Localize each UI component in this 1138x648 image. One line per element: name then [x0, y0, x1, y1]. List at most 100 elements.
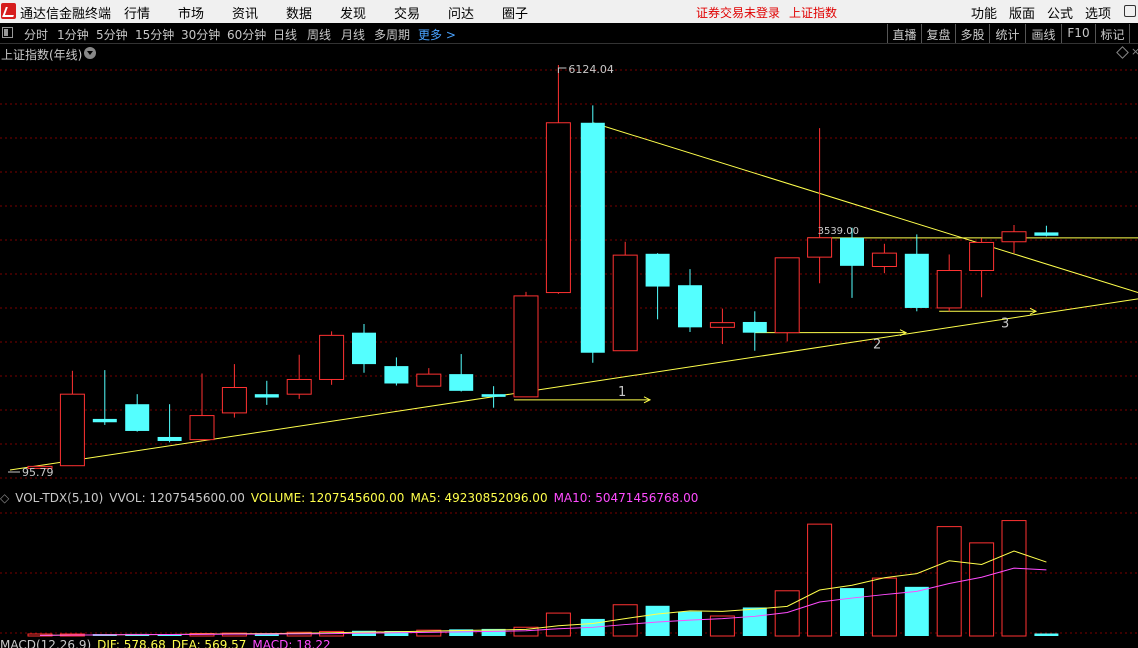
period-multi[interactable]: 多周期 — [374, 26, 410, 43]
close-icon[interactable]: × — [1131, 45, 1138, 58]
trend-lines — [9, 122, 1138, 471]
candle-body-up — [807, 237, 833, 258]
candle-body-down — [481, 394, 506, 397]
candle-body-down — [254, 394, 279, 398]
period-1min[interactable]: 1分钟 — [57, 26, 89, 43]
menu-function[interactable]: 功能 — [971, 3, 997, 22]
candle-body-up — [545, 122, 571, 294]
period-5min[interactable]: 5分钟 — [96, 26, 128, 43]
candle-body-up — [1001, 231, 1027, 243]
period-weekly[interactable]: 周线 — [307, 26, 331, 43]
vol-ma10: MA10: 50471456768.00 — [553, 491, 699, 505]
menu-market[interactable]: 市场 — [178, 3, 204, 22]
candle-body-down — [449, 374, 474, 391]
price-chart[interactable]: 6124.04 95.79 3539.00 1 2 3 — [0, 60, 1138, 490]
window-icon[interactable] — [1124, 5, 1136, 17]
candle-body-up — [319, 334, 345, 380]
volume-bar-up — [871, 577, 897, 637]
candle-body-down — [904, 253, 929, 308]
candle-body-down — [157, 436, 182, 441]
menu-ask[interactable]: 问达 — [448, 3, 474, 22]
live-button[interactable]: 直播 — [887, 24, 921, 43]
login-status[interactable]: 证券交易未登录 — [696, 4, 780, 21]
panel-toggle-icon[interactable] — [2, 27, 13, 38]
collapse-icon[interactable]: ◇ — [0, 491, 9, 505]
period-15min[interactable]: 15分钟 — [135, 26, 174, 43]
app-title: 通达信金融终端 — [20, 7, 112, 22]
volume-bar-down — [678, 611, 702, 636]
candle-body-up — [189, 415, 215, 441]
period-60min[interactable]: 60分钟 — [227, 26, 266, 43]
diamond-icon[interactable] — [1116, 46, 1129, 59]
statistics-button[interactable]: 统计 — [989, 24, 1025, 43]
macd-indicator-name[interactable]: MACD(12,26,9) — [0, 638, 91, 648]
candles — [27, 65, 1059, 469]
macd-dif: DIF: 578.68 — [97, 638, 166, 648]
macd-header: MACD(12,26,9) DIF: 578.68 DEA: 569.57 MACD:… — [0, 638, 337, 648]
current-index-label: 上证指数 — [789, 6, 838, 20]
app-logo-icon — [1, 3, 16, 19]
volume-bar-up — [612, 604, 638, 637]
volume-bar-down — [645, 605, 670, 636]
candle-body-down — [352, 332, 376, 365]
volume-chart[interactable] — [0, 505, 1138, 637]
toolbar-overflow[interactable] — [1129, 24, 1138, 43]
candle-body-up — [416, 373, 442, 387]
vol-indicator-name[interactable]: VOL-TDX(5,10) — [15, 491, 103, 505]
chevron-down-icon[interactable] — [84, 47, 96, 59]
volume-bar-up — [1001, 520, 1027, 637]
menu-formula[interactable]: 公式 — [1047, 3, 1073, 22]
menu-circle[interactable]: 圈子 — [502, 3, 528, 22]
menu-quotes[interactable]: 行情 — [124, 3, 150, 22]
menu-bar: 通达信金融终端 行情 市场 资讯 数据 发现 交易 问达 圈子 证券交易未登录 … — [0, 0, 1138, 23]
period-30min[interactable]: 30分钟 — [181, 26, 220, 43]
period-monthly[interactable]: 月线 — [341, 26, 365, 43]
volume-bar-down — [840, 588, 864, 636]
candle-body-up — [286, 378, 312, 395]
trend-resistance-line — [592, 122, 1138, 294]
trend-support-line — [9, 298, 1138, 471]
candle-body-down — [645, 253, 670, 287]
menu-discover[interactable]: 发现 — [340, 3, 366, 22]
mark-button[interactable]: 标记 — [1095, 24, 1129, 43]
volume-bar-down — [1034, 633, 1059, 636]
macd-dea: DEA: 569.57 — [171, 638, 247, 648]
menu-news[interactable]: 资讯 — [232, 3, 258, 22]
f10-button[interactable]: F10 — [1061, 24, 1095, 43]
low-price-label: 95.79 — [22, 466, 54, 479]
volume-bar-up — [969, 542, 995, 637]
annotations: 6124.04 95.79 3539.00 1 2 3 — [8, 63, 1009, 479]
resistance-label: 3539.00 — [818, 226, 859, 237]
annotation-1: 1 — [618, 385, 626, 400]
volume-bar-up — [545, 612, 571, 637]
menu-trade[interactable]: 交易 — [394, 3, 420, 22]
candle-body-up — [709, 322, 735, 328]
menu-data[interactable]: 数据 — [286, 3, 312, 22]
candle-body-down — [125, 404, 150, 431]
candle-body-down — [678, 285, 702, 328]
annotation-2: 2 — [873, 338, 881, 353]
candle-body-down — [384, 366, 409, 384]
volume-bar-down — [904, 586, 929, 636]
menu-layout[interactable]: 版面 — [1009, 3, 1035, 22]
volume-header: ◇ VOL-TDX(5,10) VVOL: 1207545600.00 VOLUME:… — [0, 491, 704, 505]
vol-volume: VOLUME: 1207545600.00 — [250, 491, 405, 505]
more-periods-link[interactable]: 更多 > — [418, 26, 456, 43]
period-daily[interactable]: 日线 — [273, 26, 297, 43]
candle-body-up — [59, 393, 85, 467]
vol-vvol: VVOL: 1207545600.00 — [109, 491, 245, 505]
volume-bars — [27, 520, 1059, 637]
candle-body-down — [742, 321, 767, 333]
volume-bar-up — [936, 526, 962, 637]
menu-options[interactable]: 选项 — [1085, 3, 1111, 22]
draw-line-button[interactable]: 画线 — [1025, 24, 1061, 43]
multi-stock-button[interactable]: 多股 — [955, 24, 989, 43]
candle-body-up — [969, 241, 995, 272]
period-intraday[interactable]: 分时 — [24, 26, 48, 43]
candle-body-down — [580, 122, 605, 353]
volume-bar-down — [742, 607, 767, 636]
candle-body-down — [840, 237, 864, 266]
annotation-3: 3 — [1001, 316, 1009, 331]
macd-value: MACD: 18.22 — [252, 638, 331, 648]
replay-button[interactable]: 复盘 — [921, 24, 955, 43]
